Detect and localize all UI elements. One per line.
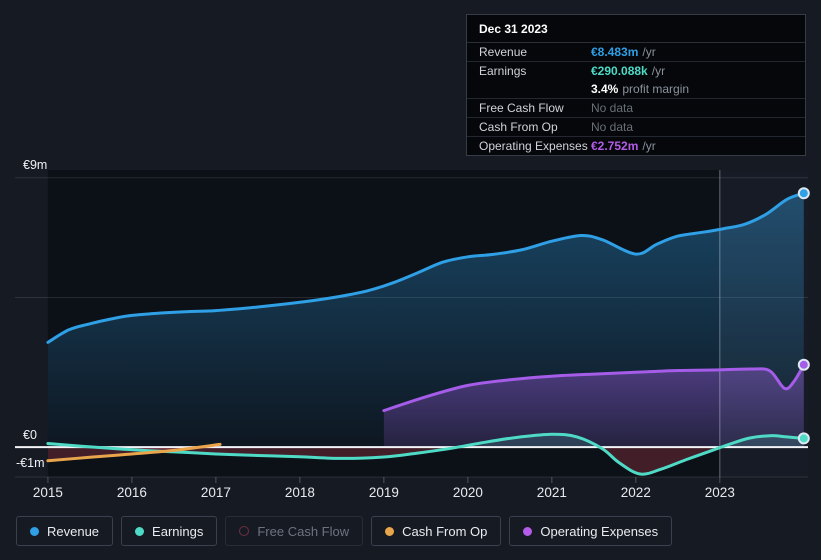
tooltip-value: €290.088k xyxy=(591,64,648,78)
earnings-end-marker xyxy=(797,432,810,445)
free-cash-flow-hollow-dot-icon xyxy=(239,526,250,536)
x-axis-label: 2016 xyxy=(116,485,147,500)
earnings-dot-icon xyxy=(135,526,145,536)
legend-label: Cash From Op xyxy=(402,523,488,539)
x-axis-label: 2019 xyxy=(368,485,399,500)
tooltip-label: Free Cash Flow xyxy=(479,101,564,115)
y-axis-label-bottom: -€1m xyxy=(16,456,45,470)
legend-item-earnings[interactable]: Earnings xyxy=(121,516,218,546)
tooltip-label: Operating Expenses xyxy=(479,139,588,153)
y-axis-label-zero: €0 xyxy=(23,428,37,442)
tooltip-row-cash-from-op: Cash From Op No data xyxy=(467,117,805,136)
x-axis-label: 2017 xyxy=(200,485,231,500)
legend-item-revenue[interactable]: Revenue xyxy=(16,516,114,546)
legend-label: Free Cash Flow xyxy=(257,523,350,539)
x-axis-label: 2022 xyxy=(620,485,651,500)
tooltip-value: €8.483m xyxy=(591,45,639,59)
tooltip-row-revenue: Revenue €8.483m /yr xyxy=(467,43,805,61)
cash-from-op-dot-icon xyxy=(385,526,395,536)
chart-tooltip: Dec 31 2023 Revenue €8.483m /yr Earnings… xyxy=(466,14,806,156)
earnings-revenue-chart-panel: €9m €0 -€1m 2015 2016 2017 2018 2019 2020 2021… xyxy=(0,0,821,560)
profit-margin-value: 3.4% xyxy=(591,82,619,96)
legend-label: Revenue xyxy=(47,523,100,539)
tooltip-suffix: /yr xyxy=(642,139,656,153)
tooltip-row-profit-margin: 3.4% profit margin xyxy=(467,80,805,98)
tooltip-value: €2.752m xyxy=(591,139,639,153)
x-axis-label: 2015 xyxy=(32,485,63,500)
tooltip-label: Cash From Op xyxy=(479,120,558,134)
tooltip-label: Revenue xyxy=(479,45,528,59)
chart-legend: Revenue Earnings Free Cash Flow Cash Fro… xyxy=(16,516,673,546)
y-axis-label-top: €9m xyxy=(23,158,48,172)
tooltip-date: Dec 31 2023 xyxy=(467,15,805,43)
x-axis-ticks xyxy=(47,477,721,483)
legend-item-cash-from-op[interactable]: Cash From Op xyxy=(371,516,502,546)
tooltip-label: Earnings xyxy=(479,64,527,78)
tooltip-row-operating-expenses: Operating Expenses €2.752m /yr xyxy=(467,136,805,155)
x-axis-label: 2023 xyxy=(704,485,735,500)
profit-margin-label: profit margin xyxy=(622,82,690,96)
tooltip-suffix: /yr xyxy=(651,64,666,78)
legend-item-free-cash-flow[interactable]: Free Cash Flow xyxy=(225,516,364,546)
legend-item-operating-expenses[interactable]: Operating Expenses xyxy=(509,516,673,546)
x-axis-label: 2020 xyxy=(452,485,483,500)
revenue-end-marker xyxy=(797,187,810,200)
tooltip-suffix: /yr xyxy=(642,45,656,59)
operating-expenses-dot-icon xyxy=(523,526,533,536)
revenue-dot-icon xyxy=(30,526,39,536)
legend-label: Earnings xyxy=(152,523,204,539)
x-axis-label: 2018 xyxy=(284,485,315,500)
legend-label: Operating Expenses xyxy=(540,523,659,539)
tooltip-value: No data xyxy=(591,120,634,134)
x-axis-label: 2021 xyxy=(536,485,567,500)
tooltip-row-free-cash-flow: Free Cash Flow No data xyxy=(467,98,805,117)
operating-expenses-end-marker xyxy=(797,358,810,371)
tooltip-value: No data xyxy=(591,101,634,115)
tooltip-row-earnings: Earnings €290.088k /yr xyxy=(467,61,805,80)
